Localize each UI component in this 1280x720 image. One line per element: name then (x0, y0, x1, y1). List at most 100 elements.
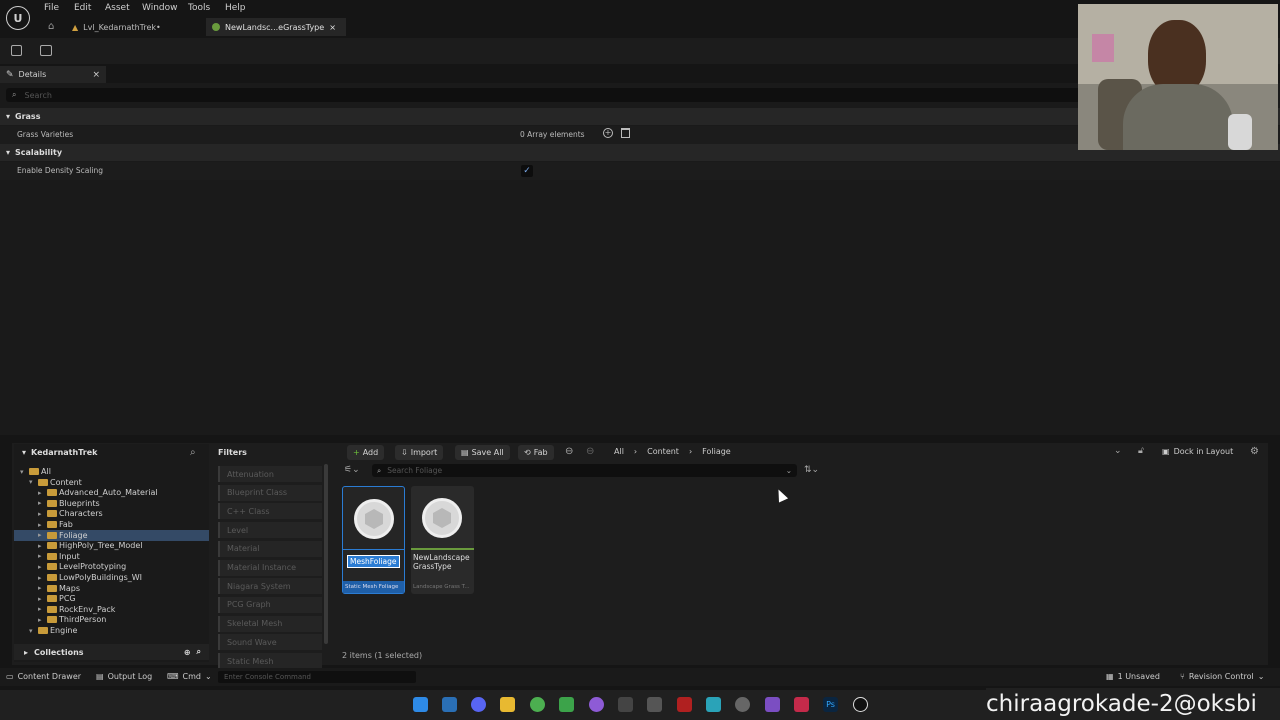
visual-studio-icon[interactable] (765, 697, 780, 712)
dock-in-layout-button[interactable]: ▣ Dock in Layout (1162, 447, 1233, 456)
chevron-down-icon[interactable]: ▾ (29, 478, 38, 486)
asset-search-input[interactable]: ⌕ Search Foliage ⌄ (372, 464, 797, 477)
save-icon[interactable] (11, 45, 22, 56)
asset-tile-grasstype[interactable]: NewLandscape GrassType Landscape Grass T… (411, 486, 474, 594)
filter-sound-wave[interactable]: Sound Wave (218, 634, 322, 651)
chevron-right-icon[interactable]: ▸ (38, 542, 47, 550)
breadcrumb-all[interactable]: All (614, 447, 624, 456)
filter-material[interactable]: Material (218, 540, 322, 557)
chevron-down-icon[interactable]: ▾ (29, 627, 38, 635)
chevron-right-icon[interactable]: ▸ (38, 531, 47, 539)
chevron-right-icon[interactable]: ▸ (38, 552, 47, 560)
outlook-icon[interactable] (442, 697, 457, 712)
discord-icon[interactable] (471, 697, 486, 712)
chevron-right-icon[interactable]: ▸ (38, 489, 47, 497)
history-dropdown-icon[interactable]: ⌄ (1114, 446, 1122, 456)
menu-file[interactable]: File (44, 3, 59, 13)
add-element-icon[interactable]: + (603, 128, 613, 138)
menu-edit[interactable]: Edit (74, 3, 91, 13)
filter-blueprint-class[interactable]: Blueprint Class (218, 484, 322, 501)
search-icon[interactable]: ⌕ (197, 647, 201, 657)
filter-c-class[interactable]: C++ Class (218, 503, 322, 520)
unreal-logo-icon[interactable]: U (6, 6, 30, 30)
acrobat-icon[interactable] (677, 697, 692, 712)
filter-material-instance[interactable]: Material Instance (218, 559, 322, 576)
tree-node-levelprototyping[interactable]: ▸ LevelPrototyping (14, 561, 209, 572)
filter-dropdown-icon[interactable]: ⚟⌄ (344, 465, 360, 475)
chevron-right-icon[interactable]: ▸ (38, 584, 47, 592)
excel-icon[interactable] (559, 697, 574, 712)
tree-node-lowpolybuildings-wi[interactable]: ▸ LowPolyBuildings_WI (14, 572, 209, 583)
back-icon[interactable]: ⊖ (565, 446, 573, 457)
tree-node-foliage[interactable]: ▸ Foliage (14, 529, 209, 541)
asset-name-edit[interactable]: MeshFoliage (347, 555, 400, 568)
tree-node-blueprints[interactable]: ▸ Blueprints (14, 498, 209, 509)
cmd-dropdown[interactable]: ⌨ Cmd ⌄ (167, 672, 212, 681)
photoshop-icon[interactable]: Ps (823, 697, 838, 712)
lock-icon[interactable]: 🔓︎ (1138, 446, 1144, 456)
collections-header[interactable]: ▸ Collections ⊕ ⌕ (14, 644, 209, 660)
filter-niagara-system[interactable]: Niagara System (218, 578, 322, 595)
breadcrumb-foliage[interactable]: Foliage (702, 447, 731, 456)
chevron-right-icon[interactable]: ▸ (38, 521, 47, 529)
filter-level[interactable]: Level (218, 522, 322, 539)
filter-skeletal-mesh[interactable]: Skeletal Mesh (218, 615, 322, 632)
content-drawer-button[interactable]: ▭ Content Drawer (6, 672, 81, 681)
menu-window[interactable]: Window (142, 3, 178, 13)
app-icon[interactable] (735, 697, 750, 712)
project-root[interactable]: ▾ KedarnathTrek (22, 448, 97, 457)
chevron-right-icon[interactable]: ▸ (38, 605, 47, 613)
tool-icon[interactable] (647, 697, 662, 712)
add-button[interactable]: + Add (347, 445, 385, 460)
density-scaling-checkbox[interactable]: ✓ (521, 165, 533, 177)
filter-pcg-graph[interactable]: PCG Graph (218, 596, 322, 613)
details-tab[interactable]: ✎ Details × (0, 66, 106, 83)
tree-node-maps[interactable]: ▸ Maps (14, 583, 209, 594)
chevron-right-icon[interactable]: ▸ (38, 510, 47, 518)
terminal-icon[interactable] (618, 697, 633, 712)
chevron-down-icon[interactable]: ▾ (20, 468, 29, 476)
forward-icon[interactable]: ⊖ (586, 446, 594, 457)
tree-node-thirdperson[interactable]: ▸ ThirdPerson (14, 614, 209, 625)
asset-tile-meshfoliage[interactable]: MeshFoliage Static Mesh Foliage (342, 486, 405, 594)
sort-icon[interactable]: ⇅⌄ (804, 465, 819, 475)
tree-node-fab[interactable]: ▸ Fab (14, 519, 209, 530)
filter-static-mesh[interactable]: Static Mesh (218, 653, 322, 669)
tree-node-engine[interactable]: ▾ Engine (14, 625, 209, 636)
tree-node-characters[interactable]: ▸ Characters (14, 508, 209, 519)
tree-node-all[interactable]: ▾ All (14, 466, 209, 477)
filter-attenuation[interactable]: Attenuation (218, 466, 322, 482)
add-collection-icon[interactable]: ⊕ (184, 648, 191, 657)
filters-scrollbar[interactable] (324, 464, 328, 644)
chrome-icon[interactable] (530, 697, 545, 712)
menu-asset[interactable]: Asset (105, 3, 130, 13)
menu-tools[interactable]: Tools (188, 3, 210, 13)
chevron-right-icon[interactable]: ▸ (38, 595, 47, 603)
search-icon[interactable]: ⌕ (190, 447, 196, 458)
app-icon[interactable] (794, 697, 809, 712)
chevron-right-icon[interactable]: ▸ (38, 499, 47, 507)
chevron-right-icon[interactable]: ▸ (38, 574, 47, 582)
browse-icon[interactable] (40, 45, 52, 56)
close-tab-icon[interactable]: × (329, 23, 336, 32)
tree-node-input[interactable]: ▸ Input (14, 551, 209, 562)
windows-start-icon[interactable] (413, 697, 428, 712)
unsaved-button[interactable]: ▦ 1 Unsaved (1106, 672, 1160, 681)
home-icon[interactable]: ⌂ (48, 21, 54, 32)
breadcrumb-content[interactable]: Content (647, 447, 679, 456)
tree-node-advanced-auto-material[interactable]: ▸ Advanced_Auto_Material (14, 487, 209, 498)
settings-gear-icon[interactable]: ⚙ (1250, 446, 1259, 457)
console-command-input[interactable]: Enter Console Command (218, 671, 416, 683)
app-icon[interactable] (589, 697, 604, 712)
revision-control-button[interactable]: ⑂ Revision Control ⌄ (1180, 672, 1264, 681)
chevron-right-icon[interactable]: ▸ (38, 616, 47, 624)
trash-icon[interactable] (621, 128, 630, 138)
tree-node-highpoly-tree-model[interactable]: ▸ HighPoly_Tree_Model (14, 540, 209, 551)
unreal-engine-icon[interactable] (853, 697, 868, 712)
chevron-down-icon[interactable]: ⌄ (786, 466, 792, 475)
output-log-button[interactable]: ▤ Output Log (96, 672, 152, 681)
file-explorer-icon[interactable] (500, 697, 515, 712)
app-icon[interactable] (706, 697, 721, 712)
tab-level[interactable]: ▲ Lvl_KedarnathTrek• (66, 18, 202, 36)
save-all-button[interactable]: ▤ Save All (455, 445, 510, 460)
